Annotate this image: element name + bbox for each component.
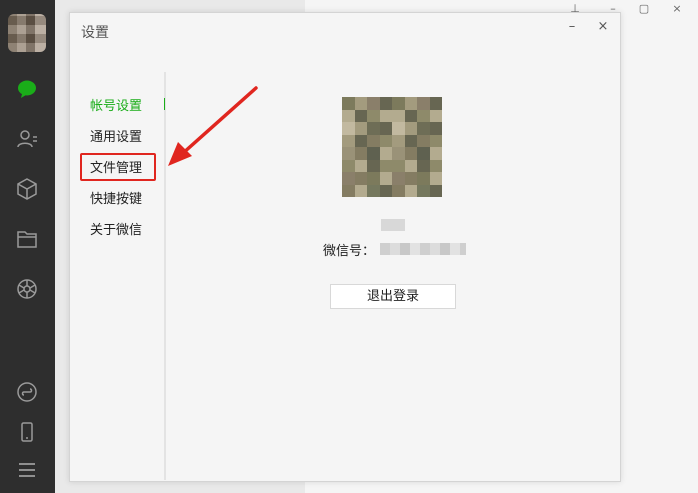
files-icon[interactable] xyxy=(13,225,41,253)
profile-pixel xyxy=(404,134,417,147)
logout-button[interactable]: 退出登录 xyxy=(330,284,456,309)
profile-pixel xyxy=(417,109,430,122)
profile-pixel xyxy=(404,172,417,185)
chat-icon[interactable] xyxy=(13,75,41,103)
profile-pixel xyxy=(379,109,392,122)
profile-pixel xyxy=(379,134,392,147)
nickname-blurred xyxy=(381,219,405,231)
profile-pixel xyxy=(404,109,417,122)
profile-pixel xyxy=(379,97,392,110)
profile-pixel xyxy=(342,109,355,122)
profile-pixel xyxy=(429,159,442,172)
profile-pixel xyxy=(417,147,430,160)
profile-pixel xyxy=(354,159,367,172)
profile-picture xyxy=(342,97,442,197)
dialog-title: 设置 xyxy=(81,25,109,41)
profile-pixel xyxy=(354,172,367,185)
profile-pixel xyxy=(379,147,392,160)
profile-pixel xyxy=(379,122,392,135)
profile-pixel xyxy=(354,184,367,197)
profile-pixel xyxy=(354,122,367,135)
profile-pixel xyxy=(354,134,367,147)
profile-pixel xyxy=(379,172,392,185)
profile-pixel xyxy=(404,97,417,110)
profile-pixel xyxy=(429,109,442,122)
profile-pixel xyxy=(367,147,380,160)
profile-pixel xyxy=(417,122,430,135)
mini-programs-icon[interactable] xyxy=(13,378,41,406)
profile-pixel xyxy=(429,97,442,110)
profile-pixel xyxy=(342,172,355,185)
dialog-minimize-button[interactable]: – xyxy=(563,18,581,36)
wxid-value-blurred xyxy=(380,243,466,255)
profile-pixel xyxy=(417,159,430,172)
profile-pixel xyxy=(342,184,355,197)
profile-pixel xyxy=(392,172,405,185)
nav-item-general[interactable]: 通用设置 xyxy=(90,126,142,145)
profile-pixel xyxy=(392,184,405,197)
annotation-arrow-icon xyxy=(168,86,258,166)
profile-pixel xyxy=(367,122,380,135)
profile-pixel xyxy=(367,134,380,147)
profile-pixel xyxy=(367,159,380,172)
profile-pixel xyxy=(342,147,355,160)
profile-pixel xyxy=(429,147,442,160)
nav-item-about[interactable]: 关于微信 xyxy=(90,219,142,238)
profile-pixel xyxy=(392,159,405,172)
profile-pixel xyxy=(404,122,417,135)
main-maximize-button[interactable]: ▢ xyxy=(637,2,651,16)
profile-pixel xyxy=(429,184,442,197)
wxid-label: 微信号： xyxy=(323,244,376,259)
profile-pixel xyxy=(404,159,417,172)
profile-pixel xyxy=(392,109,405,122)
favorites-icon[interactable] xyxy=(13,175,41,203)
profile-pixel xyxy=(404,147,417,160)
profile-pixel xyxy=(367,184,380,197)
profile-pixel xyxy=(379,159,392,172)
nav-item-shortcuts[interactable]: 快捷按键 xyxy=(90,188,142,207)
profile-pixel xyxy=(354,147,367,160)
profile-pixel xyxy=(417,97,430,110)
main-close-button[interactable]: × xyxy=(670,2,684,16)
profile-pixel xyxy=(367,172,380,185)
phone-icon[interactable] xyxy=(13,418,41,446)
profile-pixel xyxy=(392,147,405,160)
nav-item-account[interactable]: 帐号设置 xyxy=(90,95,142,114)
moments-icon[interactable] xyxy=(13,275,41,303)
profile-pixel xyxy=(404,184,417,197)
profile-pixel xyxy=(417,184,430,197)
menu-icon[interactable] xyxy=(13,456,41,484)
profile-pixel xyxy=(342,159,355,172)
profile-pixel xyxy=(392,97,405,110)
profile-pixel xyxy=(429,172,442,185)
profile-pixel xyxy=(392,122,405,135)
sidebar xyxy=(0,0,55,493)
profile-pixel xyxy=(379,184,392,197)
profile-pixel xyxy=(417,134,430,147)
profile-pixel xyxy=(342,122,355,135)
profile-pixel xyxy=(354,109,367,122)
profile-pixel xyxy=(342,134,355,147)
profile-pixel xyxy=(429,134,442,147)
profile-pixel xyxy=(392,134,405,147)
profile-pixel xyxy=(367,97,380,110)
profile-pixel xyxy=(429,122,442,135)
profile-pixel xyxy=(417,172,430,185)
avatar[interactable] xyxy=(8,14,46,52)
contacts-icon[interactable] xyxy=(13,125,41,153)
profile-pixel xyxy=(342,97,355,110)
profile-pixel xyxy=(354,97,367,110)
annotation-highlight-box xyxy=(80,153,156,181)
profile-pixel xyxy=(367,109,380,122)
dialog-close-button[interactable]: × xyxy=(594,18,612,36)
